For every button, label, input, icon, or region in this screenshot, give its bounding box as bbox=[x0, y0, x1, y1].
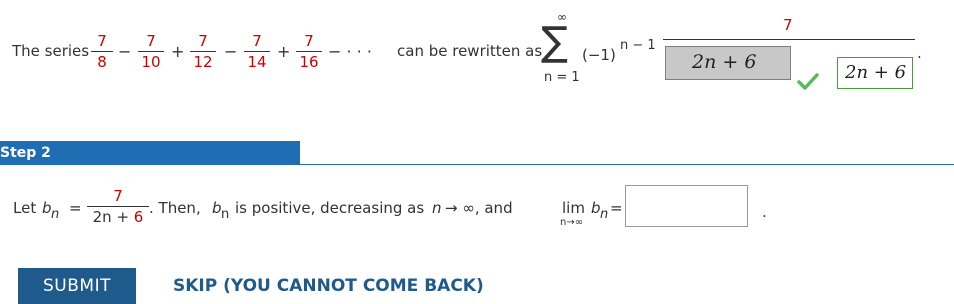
term-3-den: 12 bbox=[193, 53, 213, 71]
step2-heading: Step 2 bbox=[0, 145, 51, 161]
then-text: . Then, bbox=[149, 199, 201, 217]
bn-den-red: 6 bbox=[133, 208, 144, 226]
term-5-num: 7 bbox=[304, 32, 314, 50]
term-1-num: 7 bbox=[97, 32, 107, 50]
sign-factor: (−1) bbox=[582, 46, 616, 64]
submit-button[interactable]: SUBMIT bbox=[18, 268, 136, 304]
op-4: + bbox=[277, 42, 291, 61]
term-4: 7 14 bbox=[244, 32, 270, 71]
b-sub-3: n bbox=[600, 207, 609, 222]
result-fraction-bar bbox=[663, 39, 915, 40]
op-1: − bbox=[118, 42, 132, 61]
term-3: 7 12 bbox=[190, 32, 216, 71]
op-3: − bbox=[224, 42, 238, 61]
step2-period: . bbox=[762, 203, 767, 221]
b-sub-2: n bbox=[221, 207, 230, 222]
term-5-den: 16 bbox=[299, 53, 319, 71]
sum-lower: n = 1 bbox=[544, 70, 580, 85]
term-4-num: 7 bbox=[252, 32, 262, 50]
equals: = bbox=[69, 199, 82, 217]
step2-divider bbox=[0, 164, 954, 165]
n-var: n bbox=[432, 199, 442, 217]
bn-den-prefix: 2n + bbox=[92, 208, 134, 226]
let-text: Let bbox=[13, 199, 37, 217]
submitted-answer: 2n + 6 bbox=[692, 51, 757, 73]
lim-text: lim bbox=[562, 199, 585, 217]
rewrite-text: can be rewritten as bbox=[397, 42, 543, 60]
checkmark-icon bbox=[797, 72, 819, 94]
equals-2: = bbox=[610, 199, 623, 217]
term-1-den: 8 bbox=[97, 53, 107, 71]
bn-num: 7 bbox=[113, 187, 123, 205]
middle-text: is positive, decreasing as bbox=[235, 199, 425, 217]
step1-period: . bbox=[917, 44, 922, 62]
term-2-den: 10 bbox=[141, 53, 161, 71]
correct-answer-box: 2n + 6 bbox=[837, 57, 913, 89]
skip-link[interactable]: SKIP (YOU CANNOT COME BACK) bbox=[173, 276, 484, 296]
lim-subscript: n→∞ bbox=[560, 217, 584, 228]
term-2: 7 10 bbox=[138, 32, 164, 71]
term-2-num: 7 bbox=[146, 32, 156, 50]
term-1: 7 8 bbox=[91, 32, 113, 71]
op-2: + bbox=[171, 42, 185, 61]
sum-symbol: ∑ bbox=[541, 19, 568, 65]
bn-fraction: 7 2n + 6 bbox=[87, 187, 149, 226]
series-intro: The series bbox=[12, 42, 90, 60]
limit-answer-input[interactable] bbox=[625, 185, 748, 227]
term-3-num: 7 bbox=[198, 32, 208, 50]
correct-answer: 2n + 6 bbox=[845, 62, 907, 83]
result-numerator: 7 bbox=[783, 16, 793, 34]
term-5: 7 16 bbox=[296, 32, 322, 71]
op-5: − · · · bbox=[328, 42, 372, 61]
sign-exponent: n − 1 bbox=[620, 38, 656, 53]
term-4-den: 14 bbox=[247, 53, 267, 71]
b-sub: n bbox=[51, 207, 60, 222]
submitted-answer-box: 2n + 6 bbox=[665, 46, 791, 80]
arrow-inf-text: → ∞, and bbox=[445, 199, 513, 217]
